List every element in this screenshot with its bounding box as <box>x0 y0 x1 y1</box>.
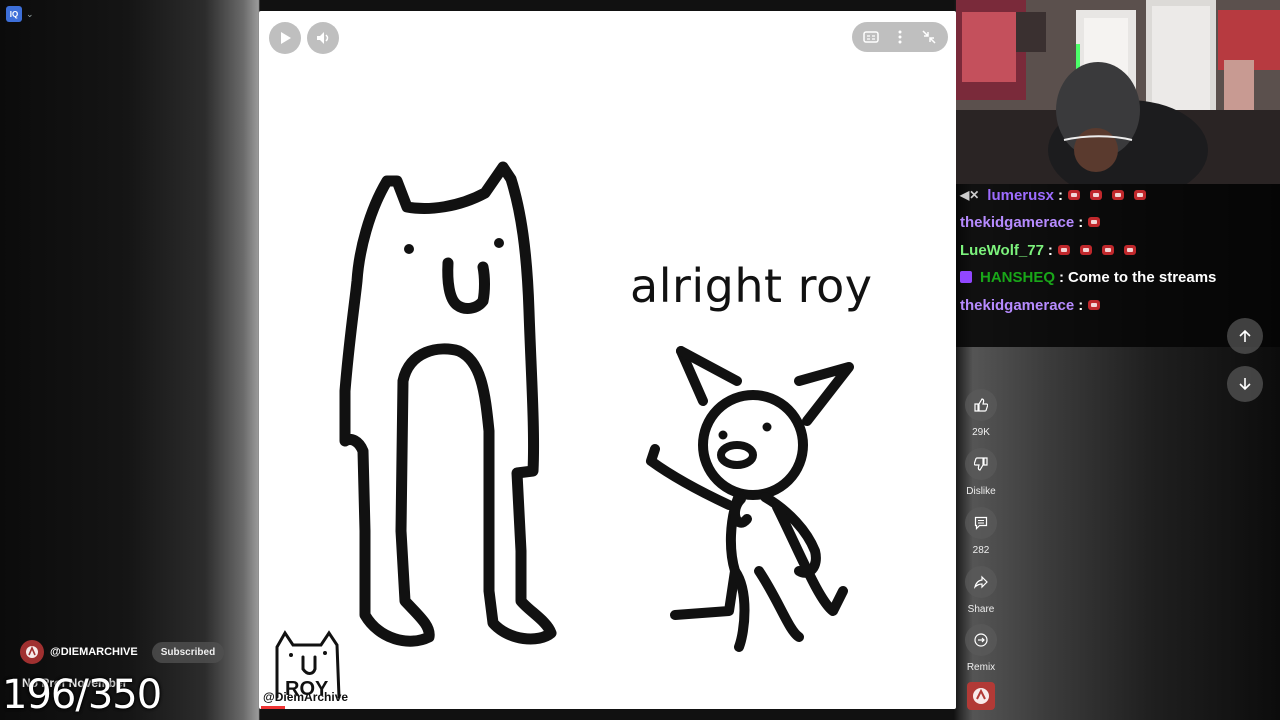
roy-drawing <box>339 161 854 652</box>
emote-icon <box>1079 243 1093 257</box>
channel-handle[interactable]: @DIEMARCHIVE <box>50 646 138 658</box>
channel-info: @DIEMARCHIVE Subscribed <box>20 640 225 664</box>
chevron-down-icon[interactable]: ⌄ <box>26 9 34 20</box>
like-button[interactable] <box>965 389 997 421</box>
subscribe-button[interactable]: Subscribed <box>151 641 225 663</box>
remix-label: Remix <box>966 662 996 673</box>
channel-avatar-thumb[interactable] <box>967 682 995 710</box>
arrow-down-icon <box>1239 378 1251 391</box>
emote-icon <box>1101 243 1115 257</box>
channel-logo-icon <box>973 688 989 704</box>
arrow-up-icon <box>1239 329 1251 342</box>
emote-icon <box>1089 188 1103 202</box>
share-icon <box>974 575 988 589</box>
chat-separator: : <box>1078 296 1084 314</box>
dislike-label: Dislike <box>966 486 996 497</box>
chat-separator: : <box>1058 186 1063 204</box>
chat-username: thekidgamerace <box>960 213 1075 231</box>
remix-action[interactable]: Remix <box>963 624 999 673</box>
chat-username: thekidgamerace <box>960 296 1075 314</box>
like-count: 29K <box>972 427 990 438</box>
next-video-button[interactable] <box>1227 366 1263 402</box>
goal-counter: 196/350 <box>2 672 162 718</box>
chat-message: thekidgamerace : <box>960 294 1109 316</box>
chat-username: HANSHEQ <box>980 268 1056 286</box>
mute-icon: ◀✕ <box>960 188 980 202</box>
channel-logo-icon <box>26 645 38 658</box>
thumbs-up-icon <box>974 398 988 412</box>
exit-fullscreen-button[interactable] <box>917 25 941 49</box>
play-icon <box>281 32 291 44</box>
volume-button[interactable] <box>307 22 339 54</box>
comment-count: 282 <box>972 545 990 556</box>
volume-icon <box>317 32 329 44</box>
comment-icon <box>974 516 988 530</box>
share-label: Share <box>967 604 995 615</box>
share-button[interactable] <box>965 566 997 598</box>
emote-icon <box>1067 188 1081 202</box>
more-button[interactable] <box>888 25 912 49</box>
subscriber-badge-icon <box>960 271 972 283</box>
chat-separator: : <box>1047 241 1053 259</box>
video-caption: alright roy <box>630 259 873 313</box>
video-player[interactable]: alright roy ROY @DiemArchive <box>259 11 956 709</box>
emote-icon <box>1057 243 1071 257</box>
extension-badge[interactable]: IQ <box>6 6 22 22</box>
thumbs-down-icon <box>974 457 988 471</box>
dislike-action[interactable]: Dislike <box>963 448 999 497</box>
playback-progress[interactable] <box>261 706 285 709</box>
dislike-button[interactable] <box>965 448 997 480</box>
webcam-overlay <box>956 0 1280 184</box>
chat-username: LueWolf_77 <box>960 241 1044 259</box>
comments-action[interactable]: 282 <box>963 507 999 556</box>
play-button[interactable] <box>269 22 301 54</box>
emote-icon <box>1087 215 1101 229</box>
chat-text: Come to the streams <box>1068 268 1217 286</box>
collapse-icon <box>922 30 936 44</box>
chat-separator: : <box>1078 213 1084 231</box>
captions-icon <box>862 31 879 43</box>
like-action[interactable]: 29K <box>963 389 999 438</box>
captions-button[interactable] <box>859 25 883 49</box>
chat-message: thekidgamerace : <box>960 211 1109 233</box>
emote-icon <box>1111 188 1125 202</box>
emote-icon <box>1087 298 1101 312</box>
remix-icon <box>974 633 988 647</box>
remix-button[interactable] <box>965 624 997 656</box>
player-controls-right <box>852 22 948 52</box>
extension-menu[interactable]: IQ ⌄ <box>6 6 34 22</box>
share-action[interactable]: Share <box>963 566 999 615</box>
channel-avatar[interactable] <box>20 640 44 664</box>
chat-separator: : <box>1059 268 1065 286</box>
emote-icon <box>1133 188 1147 202</box>
previous-video-button[interactable] <box>1227 318 1263 354</box>
comments-button[interactable] <box>965 507 997 539</box>
chat-message: ◀✕ lumerusx : <box>960 184 1155 206</box>
watermark-handle: @DiemArchive <box>263 690 349 704</box>
emote-icon <box>1123 243 1137 257</box>
more-vert-icon <box>898 30 902 44</box>
chat-message: LueWolf_77 : <box>960 239 1145 261</box>
chat-username: lumerusx <box>987 186 1054 204</box>
chat-message: HANSHEQ : Come to the streams <box>960 266 1216 288</box>
